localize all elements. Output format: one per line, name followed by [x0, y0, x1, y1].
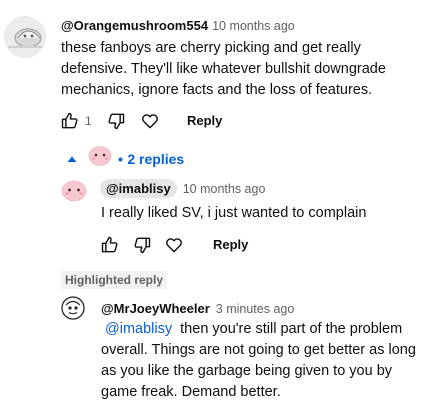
drawn-face-avatar: [61, 296, 85, 320]
reply1-like-button[interactable]: [98, 233, 122, 257]
comment-body: these fanboys are cherry picking and get…: [61, 38, 421, 101]
comment-line: defensive. They'll like whatever bullshi…: [61, 61, 386, 77]
reply-button[interactable]: Reply: [187, 113, 222, 128]
reply2-line: game freak. Demand better.: [101, 384, 281, 400]
heart-button[interactable]: [138, 109, 162, 133]
replies-toggle[interactable]: • 2 replies: [118, 151, 184, 169]
caret-up-icon: [67, 156, 77, 162]
reply2-mention-link[interactable]: @imablisy: [105, 321, 172, 337]
reply1-header: @imablisy 10 months ago: [100, 179, 266, 198]
reply1-heart-button[interactable]: [162, 233, 186, 257]
comment-line: mechanics, ignore facts and the loss of …: [61, 82, 373, 98]
comment-time[interactable]: 10 months ago: [212, 19, 295, 33]
comment-author[interactable]: @Orangemushroom554: [61, 18, 208, 33]
like-icon: [61, 112, 78, 129]
pink-face-avatar: [88, 143, 112, 167]
avatar-orangemushroom[interactable]: [4, 16, 46, 58]
comment-line: these fanboys are cherry picking and get…: [61, 40, 361, 56]
reply2-time[interactable]: 3 minutes ago: [216, 302, 295, 316]
reply2-header: @MrJoeyWheeler 3 minutes ago: [101, 300, 294, 318]
reply1-dislike-button[interactable]: [130, 233, 154, 257]
reply2-body: @imablisy then you're still part of the …: [101, 319, 423, 403]
reply2-line: overall. Things are not going to get bet…: [101, 342, 416, 358]
collapse-replies-button[interactable]: [66, 152, 78, 170]
reply2-author[interactable]: @MrJoeyWheeler: [101, 301, 210, 316]
reply2-line-text: then you're still part of the problem: [180, 321, 403, 337]
heart-icon: [166, 238, 182, 253]
reply1-time[interactable]: 10 months ago: [183, 182, 266, 196]
like-icon: [101, 236, 118, 253]
avatar-imablisy[interactable]: [61, 177, 87, 203]
dislike-button[interactable]: [104, 109, 128, 133]
mushroom-avatar-image: [4, 16, 46, 58]
like-button[interactable]: [58, 109, 82, 133]
avatar-mrjoeywheeler[interactable]: [61, 296, 85, 320]
reply2-line: @imablisy then you're still part of the …: [101, 319, 423, 340]
pink-face-avatar: [61, 177, 87, 203]
highlighted-reply-label: Highlighted reply: [61, 271, 168, 289]
reply2-line: as you like the garbage being given to y…: [101, 363, 393, 379]
heart-icon: [142, 114, 158, 129]
like-count: 1: [85, 114, 92, 128]
comment-header: @Orangemushroom554 10 months ago: [61, 17, 295, 35]
dislike-icon: [108, 113, 125, 130]
dislike-icon: [134, 237, 151, 254]
reply1-reply-button[interactable]: Reply: [213, 237, 248, 252]
replies-count-link[interactable]: 2 replies: [127, 151, 184, 167]
replies-bullet: •: [118, 151, 123, 167]
replier-avatar: [88, 143, 112, 167]
reply1-body: I really liked SV, i just wanted to comp…: [101, 205, 367, 221]
reply1-author-chip[interactable]: @imablisy: [100, 179, 177, 198]
